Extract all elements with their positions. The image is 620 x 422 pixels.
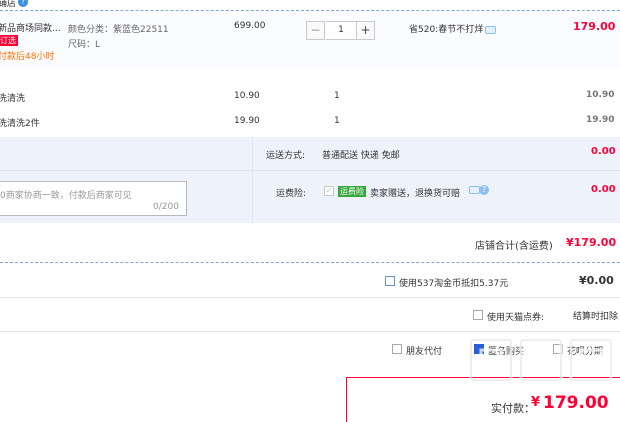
panel-divider <box>0 170 620 171</box>
delivery-promise: 付款后48小时 <box>0 52 55 62</box>
quantity-minus-button[interactable]: − <box>306 21 325 40</box>
store-total-divider <box>0 262 620 263</box>
quantity-input[interactable]: 1 <box>326 21 356 40</box>
chat-icon[interactable] <box>485 25 497 34</box>
shipping-method[interactable]: 普通配送 快递 免邮 <box>322 148 400 161</box>
row-divider <box>0 297 620 298</box>
insurance-amount: 0.00 <box>591 184 616 195</box>
discount-note-text: 省520:春节不打烊 <box>409 25 484 35</box>
store-total-amount: ¥179.00 <box>566 236 617 249</box>
service-qty: 1 <box>334 91 340 101</box>
quantity-plus-button[interactable]: + <box>356 21 375 40</box>
store-name[interactable]: 铺店 <box>0 0 16 9</box>
payment-label: 实付款： <box>491 402 535 415</box>
item-size-spec: 尺码：L <box>68 40 101 50</box>
watermark-logo-icon <box>469 338 613 382</box>
payment-amount: 179.00 <box>543 393 609 413</box>
item-unit-price: 699.00 <box>234 21 266 31</box>
service-subtotal: 10.90 <box>586 90 615 100</box>
coins-checkbox[interactable] <box>385 276 395 286</box>
panel-divider <box>252 137 253 223</box>
insurance-tag: 运费险 <box>338 186 366 197</box>
item-tag-badge: 订选 <box>0 35 18 46</box>
item-subtotal: 179.00 <box>573 20 616 33</box>
coins-label: 使用537淘金币抵扣5.37元 <box>399 279 509 289</box>
insurance-help-icon[interactable]: ? <box>479 185 489 195</box>
service-subtotal: 19.90 <box>586 115 615 125</box>
store-header: 铺店 ? <box>0 0 620 9</box>
store-total-label: 店铺合计(含运费) <box>475 241 553 252</box>
service-label: 洗清洗2件 <box>0 119 40 129</box>
tmall-points-checkbox[interactable] <box>473 310 483 320</box>
service-qty: 1 <box>334 116 340 126</box>
coins-amount: ¥0.00 <box>579 274 614 287</box>
insurance-description: 卖家赠送，退换货可赔 <box>370 189 461 199</box>
site-watermark <box>465 334 620 394</box>
tmall-points-value: 结算时扣除 <box>573 312 619 322</box>
service-price: 19.90 <box>234 116 260 126</box>
service-price: 10.90 <box>234 91 260 101</box>
service-label: 洗清洗 <box>0 94 26 104</box>
seller-message-input[interactable]: 0商家协商一致，付款后商家可见 0/200 <box>0 181 187 216</box>
insurance-label: 运费险: <box>276 189 307 199</box>
insurance-checkbox[interactable]: ✓ <box>324 186 334 196</box>
discount-note: 省520:春节不打烊 <box>409 22 497 35</box>
row-divider <box>0 331 620 332</box>
message-placeholder: 0商家协商一致，付款后商家可见 <box>0 191 132 201</box>
friend-pay-checkbox[interactable] <box>392 344 402 354</box>
payment-currency: ¥ <box>531 395 541 410</box>
tmall-points-label: 使用天猫点券: <box>487 313 545 323</box>
item-title[interactable]: 新品商场同款... <box>0 21 61 34</box>
help-icon[interactable]: ? <box>18 0 28 7</box>
shipping-label: 运送方式: <box>266 151 306 161</box>
message-counter: 0/200 <box>153 202 179 212</box>
shipping-amount: 0.00 <box>591 146 616 157</box>
item-color-spec: 颜色分类：紫蓝色22511 <box>68 25 169 35</box>
friend-pay-label: 朋友代付 <box>406 347 443 357</box>
